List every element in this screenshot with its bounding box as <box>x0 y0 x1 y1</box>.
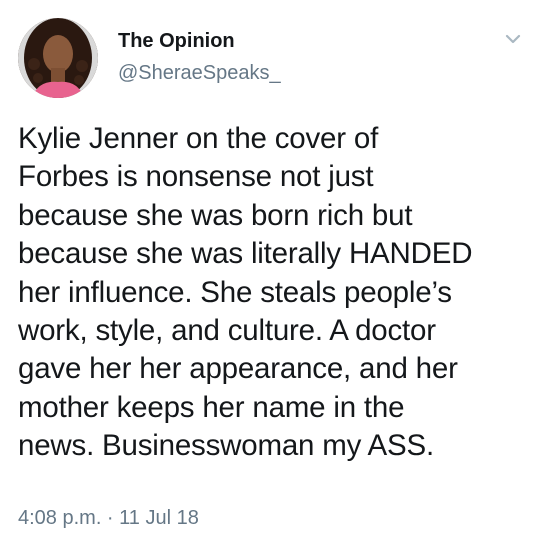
avatar-image <box>18 18 98 98</box>
tweet-timestamp[interactable]: 4:08 p.m. · 11 Jul 18 <box>18 507 199 530</box>
tweet-text-line: because she was born rich but <box>18 198 413 232</box>
tweet-text: Kylie Jenner on the cover of Forbes is n… <box>18 120 533 466</box>
tweet-text-line: Forbes is nonsense not just <box>18 160 374 194</box>
tweet-text-line: mother keeps her name in the <box>18 390 405 424</box>
tweet-text-line: her influence. She steals people’s <box>18 275 452 309</box>
tweet-menu-button[interactable] <box>500 28 526 50</box>
user-handle[interactable]: @SheraeSpeaks_ <box>118 62 281 85</box>
tweet-card: The Opinion @SheraeSpeaks_ Kylie Jenner … <box>0 0 540 542</box>
chevron-down-icon <box>505 34 521 44</box>
tweet-text-line: Kylie Jenner on the cover of <box>18 122 379 155</box>
tweet-text-line: work, style, and culture. A doctor <box>18 314 436 348</box>
avatar[interactable] <box>18 18 98 98</box>
display-name[interactable]: The Opinion <box>118 30 235 53</box>
tweet-text-line: because she was literally HANDED <box>18 237 473 271</box>
tweet-text-line: gave her her appearance, and her <box>18 352 458 386</box>
tweet-text-line: news. Businesswoman my ASS. <box>18 429 434 463</box>
